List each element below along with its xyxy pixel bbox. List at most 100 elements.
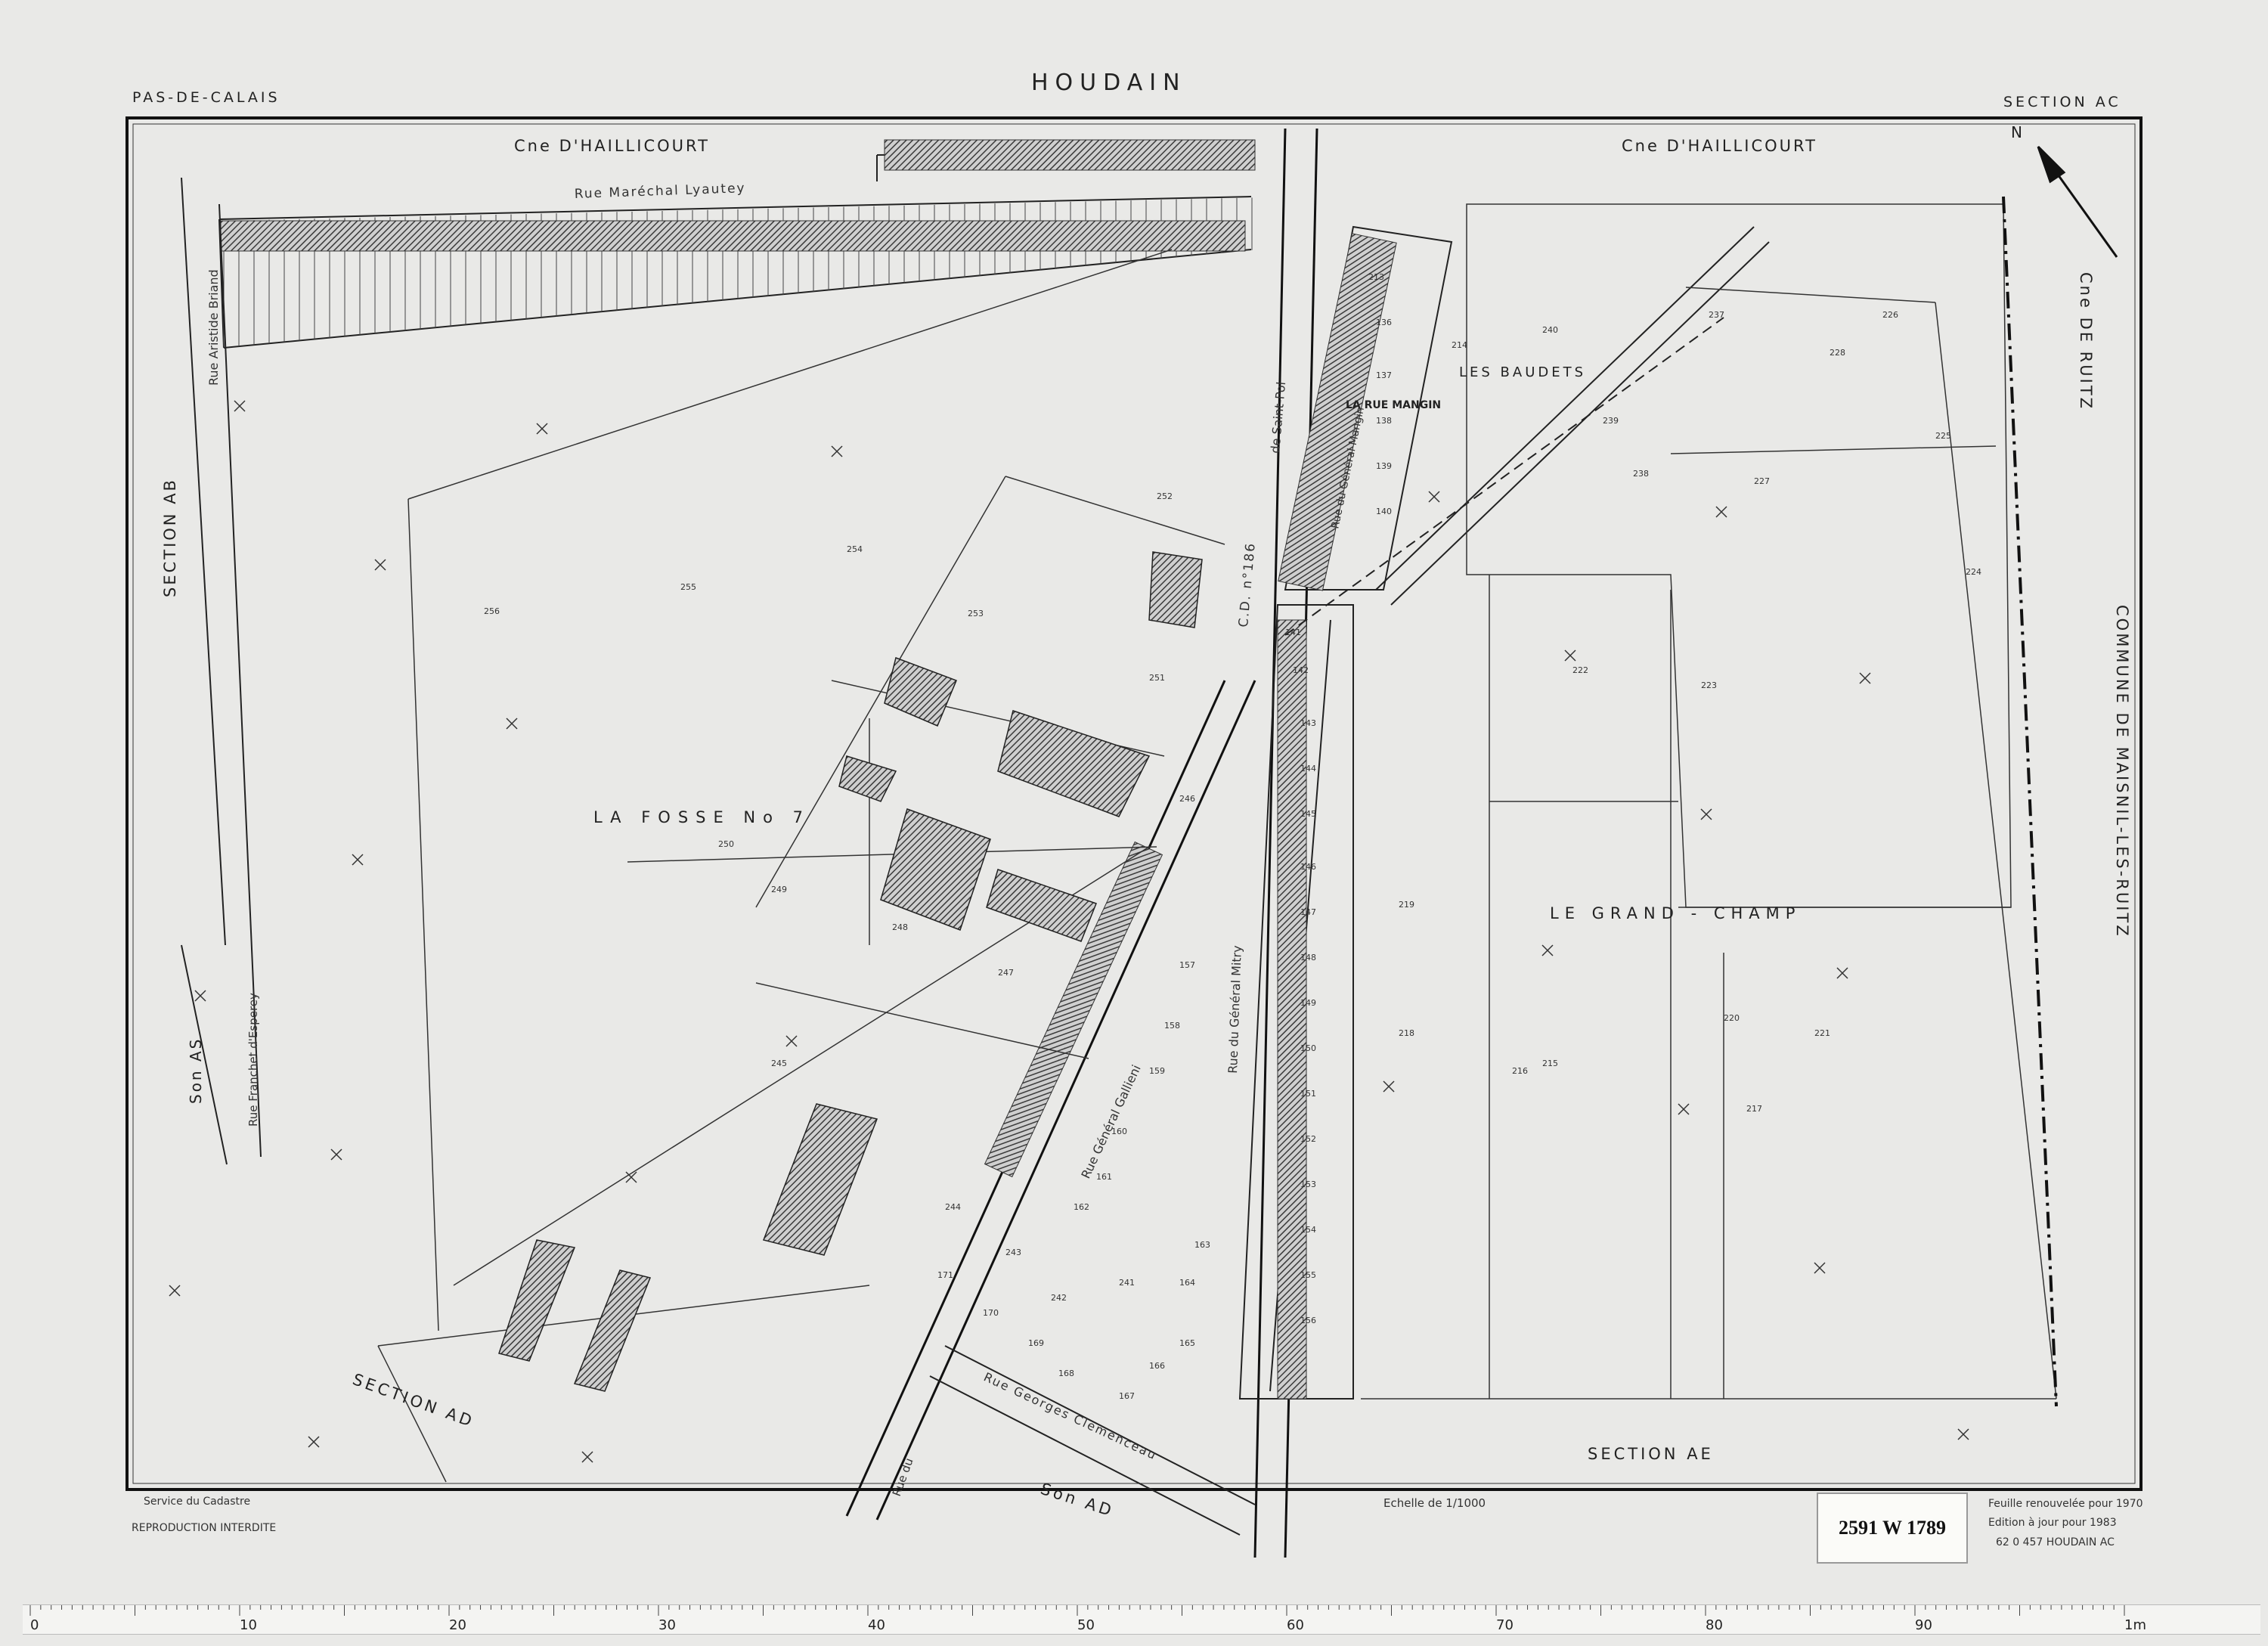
footer-scale: Echelle de 1/1000 [1383, 1496, 1486, 1510]
parcel-number: 225 [1935, 431, 1951, 441]
parcel-number: 227 [1754, 476, 1770, 486]
parcel-number: 165 [1179, 1338, 1195, 1348]
parcel-number: 139 [1376, 461, 1392, 471]
parcel-number: 156 [1300, 1316, 1316, 1325]
mitry-houses [1277, 619, 1307, 1400]
ruler-label: 60 [1287, 1617, 1304, 1633]
parcel-number: 242 [1051, 1293, 1067, 1303]
parcel-number: 137 [1376, 370, 1392, 380]
parcel-number: 241 [1119, 1278, 1135, 1288]
ruler-ticks [29, 1605, 2125, 1616]
parcel-number: 253 [968, 609, 984, 618]
parcel-number: 243 [1005, 1248, 1021, 1257]
street-brand: Rue Aristide Briand [206, 269, 221, 386]
parcel-number: 143 [1300, 718, 1316, 728]
locality-baudets: LES BAUDETS [1459, 364, 1586, 380]
parcel-number: 147 [1300, 907, 1316, 917]
parcel-number: 240 [1542, 325, 1558, 335]
street-rue-du: Rue du [890, 1456, 916, 1498]
street-marechal: Rue Maréchal Lyautey [574, 181, 745, 202]
parcel-number: 164 [1179, 1278, 1195, 1288]
ruler-label: 70 [1496, 1617, 1514, 1633]
parcel-number: 220 [1724, 1013, 1740, 1023]
north-houses [884, 139, 1256, 171]
parcel-number: 215 [1542, 1059, 1558, 1068]
parcel-number: 162 [1074, 1202, 1089, 1212]
parcel-number: 216 [1512, 1066, 1528, 1076]
parcel-number: 153 [1300, 1179, 1316, 1189]
ruler-label: 10 [240, 1617, 257, 1633]
parcel-number: 151 [1300, 1089, 1316, 1099]
neighbor-bottom-left: SECTION AD [350, 1370, 477, 1431]
parcel-number: 161 [1096, 1172, 1112, 1182]
parcel-number: 168 [1058, 1369, 1074, 1378]
parcel-number: 141 [1285, 628, 1301, 637]
footer-service: Service du Cadastre [144, 1496, 250, 1508]
parcel-number: 239 [1603, 416, 1619, 426]
parcel-number: 252 [1157, 491, 1173, 501]
north-arrow-letter: N [2011, 123, 2022, 141]
parcel-number: 144 [1300, 764, 1316, 773]
parcel-number: 152 [1300, 1134, 1316, 1144]
parcel-number: 145 [1300, 809, 1316, 819]
neighbor-left-lower: Son AS [187, 1037, 205, 1104]
footer-renewed: Feuille renouvelée pour 1970 [1988, 1498, 2143, 1510]
neighbor-top-right: Cne D'HAILLICOURT [1622, 137, 1817, 155]
ruler-labels: 0 10 20 30 40 50 60 70 80 90 1m [30, 1617, 2146, 1633]
locality-grand-champ: LE GRAND - CHAMP [1550, 904, 1801, 922]
neighbor-bottom-right: SECTION AE [1588, 1445, 1714, 1463]
central-parcels [377, 249, 1225, 1483]
parcel-number: 138 [1376, 416, 1392, 426]
parcel-number: 214 [1452, 340, 1467, 350]
parcel-number: 255 [680, 582, 696, 592]
ruler-label: 40 [868, 1617, 885, 1633]
parcel-number: 246 [1179, 794, 1195, 804]
east-parcels [1361, 203, 2057, 1400]
parcel-number: 149 [1300, 998, 1316, 1008]
parcel-number: 228 [1830, 348, 1845, 358]
parcel-number: 244 [945, 1202, 961, 1212]
parcel-number: 167 [1119, 1391, 1135, 1401]
parcel-number: 221 [1814, 1028, 1830, 1038]
parcel-number: 169 [1028, 1338, 1044, 1348]
parcel-number: 160 [1111, 1127, 1127, 1136]
neighbor-right-lower: COMMUNE DE MAISNIL-LES-RUITZ [2113, 605, 2131, 938]
marechal-houses [220, 220, 1246, 252]
parcel-number: 256 [484, 606, 500, 616]
footer-updated: Edition à jour pour 1983 [1988, 1517, 2117, 1529]
ruitz-boundary [2002, 196, 2058, 1407]
parcel-number: 250 [718, 839, 734, 849]
street-cd186: C.D. n°186 [1236, 541, 1259, 628]
neighbor-top-left: Cne D'HAILLICOURT [514, 137, 710, 155]
parcel-number: 224 [1966, 567, 1981, 577]
mangin-houses [1278, 233, 1397, 591]
archive-label: 2591 W 1789 [1817, 1493, 1968, 1564]
parcel-number: 219 [1399, 900, 1414, 910]
parcel-numbers: 256 255 254 253 252 251 250 249 248 247 246 245 244 2… [484, 272, 1981, 1401]
parcel-number: 248 [892, 922, 908, 932]
parcel-number: 142 [1293, 665, 1309, 675]
parcel-number: 213 [1368, 272, 1384, 282]
ruler-label: 80 [1706, 1617, 1723, 1633]
parcel-number: 218 [1399, 1028, 1414, 1038]
parcel-number: 170 [983, 1308, 999, 1318]
parcel-number: 158 [1164, 1021, 1180, 1031]
parcel-number: 245 [771, 1059, 787, 1068]
ruler-label: 1m [2124, 1617, 2146, 1633]
parcel-number: 150 [1300, 1043, 1316, 1053]
ruler-label: 30 [658, 1617, 676, 1633]
north-arrow [2037, 145, 2118, 258]
parcel-number: 237 [1709, 310, 1724, 320]
parcel-number: 254 [847, 544, 863, 554]
parcel-number: 238 [1633, 469, 1649, 479]
parcel-number: 163 [1194, 1240, 1210, 1250]
neighbor-left: SECTION AB [161, 478, 179, 597]
ruler-label: 50 [1077, 1617, 1095, 1633]
street-esperey: Rue Franchet d'Esperey [246, 993, 260, 1127]
parcel-number: 146 [1300, 862, 1316, 872]
locality-fosse: LA FOSSE No 7 [593, 808, 810, 826]
ruler-label: 90 [1915, 1617, 1932, 1633]
parcel-number: 251 [1149, 673, 1165, 683]
footer-reproduction: REPRODUCTION INTERDITE [132, 1522, 276, 1534]
parcel-number: 148 [1300, 953, 1316, 962]
